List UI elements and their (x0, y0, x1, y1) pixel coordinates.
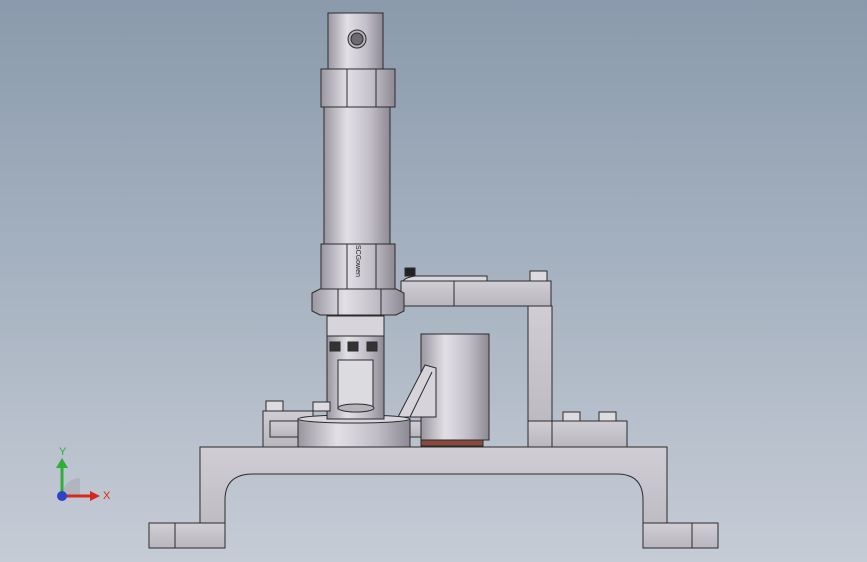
angled-support (397, 364, 437, 418)
x-axis-label: X (103, 490, 111, 502)
gasket (420, 439, 484, 447)
bolt (265, 400, 284, 412)
cylinder-logo: SCGowen (354, 245, 361, 277)
right-foot (642, 522, 719, 549)
cad-viewport[interactable]: SCGowen Y X (0, 0, 867, 562)
cylinder-upper-cap (320, 68, 396, 108)
y-axis-arrow (56, 458, 68, 468)
cylinder-fixture-model[interactable]: SCGowen (0, 0, 867, 562)
set-screw (404, 267, 416, 277)
arm-end (400, 280, 455, 307)
base-bridge-plate (199, 446, 668, 549)
axis-triad: Y X (56, 446, 111, 502)
cylinder-barrel (323, 106, 391, 245)
bolt (529, 270, 548, 282)
bolt (598, 411, 617, 422)
bracket-foot (527, 420, 628, 448)
rod-window (337, 359, 374, 410)
x-axis-arrow (90, 491, 100, 501)
bolt (562, 411, 581, 422)
left-foot (148, 522, 226, 549)
hex-nut (311, 288, 405, 316)
y-axis-label: Y (59, 446, 67, 458)
z-axis-dot (57, 491, 67, 501)
bolt (312, 401, 331, 412)
